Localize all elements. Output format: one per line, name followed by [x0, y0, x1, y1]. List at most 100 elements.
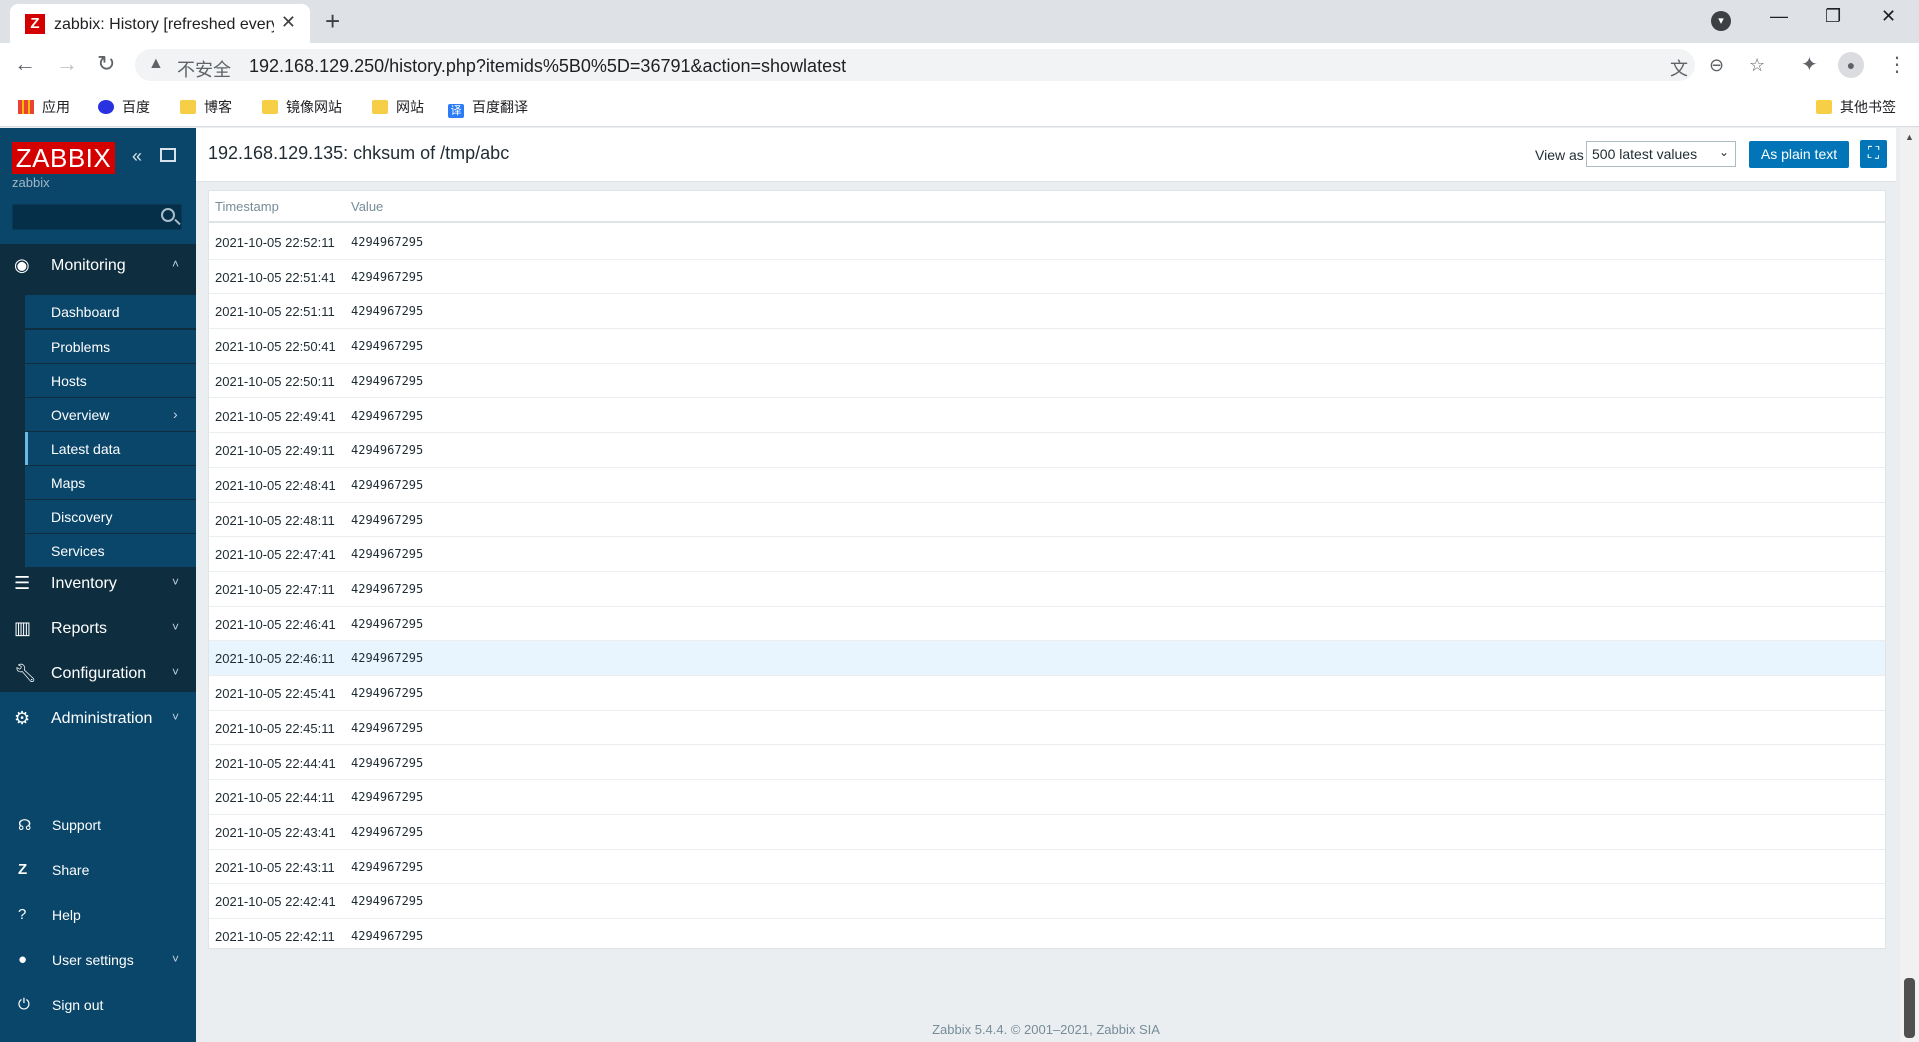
- sidebar-user-settings[interactable]: ● User settings ˅: [0, 942, 196, 978]
- timestamp-cell: 2021-10-05 22:48:41: [215, 477, 336, 493]
- timestamp-cell: 2021-10-05 22:47:41: [215, 547, 336, 563]
- scrollbar-thumb[interactable]: [1904, 978, 1915, 1038]
- table-row: 2021-10-05 22:50:11 4294967295: [209, 364, 1885, 399]
- footer: Zabbix 5.4.4. © 2001–2021, Zabbix SIA: [932, 1022, 1160, 1037]
- restore-icon[interactable]: ❐: [1825, 6, 1841, 27]
- table-row: 2021-10-05 22:42:41 4294967295: [209, 884, 1885, 919]
- power-icon: ⏻: [18, 996, 30, 1013]
- apps-grid-icon: [18, 100, 34, 114]
- menu-reports[interactable]: ▥ Reports ˅: [0, 607, 196, 651]
- bookmark-sites[interactable]: 网站: [372, 97, 424, 117]
- extensions-icon[interactable]: ✦: [1801, 52, 1818, 77]
- scroll-up-icon[interactable]: ▲: [1905, 132, 1914, 142]
- zabbix-logo[interactable]: ZABBIX: [12, 142, 115, 174]
- bookmark-apps[interactable]: 应用: [18, 97, 70, 117]
- bookmark-other[interactable]: 其他书签: [1816, 97, 1896, 117]
- timestamp-cell: 2021-10-05 22:47:11: [215, 582, 335, 597]
- sidebar-search-input[interactable]: [12, 204, 182, 230]
- menu-monitoring[interactable]: ◉ Monitoring ˄: [0, 244, 196, 288]
- back-icon[interactable]: ←: [14, 51, 36, 77]
- sidebar-item-maps[interactable]: Maps: [25, 466, 196, 499]
- timestamp-cell: 2021-10-05 22:49:41: [215, 408, 336, 424]
- bookmark-mirror-sites[interactable]: 镜像网站: [262, 97, 342, 117]
- timestamp-cell: 2021-10-05 22:43:11: [215, 859, 335, 875]
- minimize-icon[interactable]: —: [1770, 6, 1788, 27]
- bookmark-baidu[interactable]: 百度: [98, 97, 150, 117]
- page-scrollbar[interactable]: ▲: [1900, 128, 1919, 1042]
- sidebar-support[interactable]: ☊ Support: [0, 807, 196, 843]
- table-row: 2021-10-05 22:47:41 4294967295: [209, 537, 1885, 572]
- page-header: 192.168.129.135: chksum of /tmp/abc View…: [196, 128, 1896, 182]
- value-cell: 4294967295: [351, 373, 424, 388]
- sidebar-share[interactable]: Z Share: [0, 852, 196, 888]
- browser-tab-strip: Z zabbix: History [refreshed every ✕ + ▾…: [0, 0, 1919, 43]
- sidebar-item-latest-data[interactable]: Latest data: [25, 432, 196, 465]
- folder-icon: [262, 100, 278, 114]
- value-cell: 4294967295: [351, 582, 424, 596]
- list-icon: ☰: [14, 573, 31, 593]
- value-cell: 4294967295: [351, 859, 424, 874]
- column-header-timestamp[interactable]: Timestamp: [215, 199, 279, 214]
- zoom-icon[interactable]: ⊖: [1709, 55, 1724, 76]
- bookmark-baidu-translate[interactable]: 译百度翻译: [448, 97, 528, 118]
- profile-avatar-icon[interactable]: ●: [1838, 52, 1864, 78]
- sidebar-item-problems[interactable]: Problems: [25, 330, 196, 363]
- search-icon[interactable]: [161, 208, 175, 222]
- table-row: 2021-10-05 22:47:11 4294967295: [209, 572, 1885, 607]
- value-cell: 4294967295: [351, 651, 424, 666]
- kiosk-mode-icon[interactable]: [160, 148, 176, 162]
- sidebar-item-hosts[interactable]: Hosts: [25, 364, 196, 397]
- bookmark-star-icon[interactable]: ☆: [1749, 55, 1765, 76]
- table-row: 2021-10-05 22:45:11 4294967295: [209, 711, 1885, 746]
- timestamp-cell: 2021-10-05 22:50:41: [215, 339, 336, 355]
- menu-inventory[interactable]: ☰ Inventory ˅: [0, 562, 196, 606]
- value-cell: 4294967295: [351, 616, 424, 631]
- new-tab-icon[interactable]: +: [325, 6, 340, 37]
- table-row: 2021-10-05 22:51:11 4294967295: [209, 294, 1885, 330]
- sidebar-item-discovery[interactable]: Discovery: [25, 500, 196, 533]
- table-row: 2021-10-05 22:52:11 4294967295: [209, 225, 1885, 260]
- timestamp-cell: 2021-10-05 22:42:11: [215, 929, 335, 944]
- chevron-down-icon: ˅: [172, 575, 180, 589]
- warning-icon[interactable]: ▲: [148, 55, 164, 73]
- address-bar[interactable]: ▲ 不安全 192.168.129.250/history.php?itemid…: [135, 49, 1765, 82]
- sidebar-item-overview[interactable]: Overview ›: [25, 398, 196, 431]
- insecure-label[interactable]: 不安全: [177, 56, 231, 82]
- browser-tab[interactable]: Z zabbix: History [refreshed every ✕: [10, 4, 310, 43]
- chevron-right-icon: ›: [173, 406, 178, 422]
- bookmark-blog[interactable]: 博客: [180, 97, 232, 117]
- view-as-select[interactable]: 500 latest values ⌄: [1586, 141, 1736, 167]
- value-cell: 4294967295: [351, 929, 424, 943]
- timestamp-cell: 2021-10-05 22:45:11: [215, 720, 335, 736]
- chevron-down-icon: ˅: [172, 710, 180, 724]
- collapse-sidebar-icon[interactable]: «: [132, 146, 142, 167]
- menu-administration[interactable]: ⚙ Administration ˅: [0, 697, 196, 741]
- bookmarks-bar: 应用 百度 博客 镜像网站 网站 译百度翻译 其他书签: [0, 87, 1919, 127]
- chrome-profile-menu-icon[interactable]: ▾: [1711, 11, 1731, 31]
- chevron-down-icon: ˅: [172, 620, 180, 634]
- value-cell: 4294967295: [351, 235, 424, 249]
- chevron-up-icon: ˄: [172, 257, 180, 271]
- value-cell: 4294967295: [351, 408, 424, 423]
- sidebar-sign-out[interactable]: ⏻ Sign out: [0, 987, 196, 1023]
- translate-icon[interactable]: 文: [1670, 55, 1688, 81]
- reload-icon[interactable]: ↻: [97, 51, 115, 77]
- forward-icon[interactable]: →: [56, 51, 78, 77]
- table-row: 2021-10-05 22:42:11 4294967295: [209, 919, 1885, 954]
- value-cell: 4294967295: [351, 269, 424, 284]
- chrome-menu-icon[interactable]: ⋮: [1887, 52, 1907, 77]
- timestamp-cell: 2021-10-05 22:51:41: [215, 269, 336, 285]
- as-plain-text-button[interactable]: As plain text: [1749, 141, 1849, 168]
- url-text[interactable]: 192.168.129.250/history.php?itemids%5B0%…: [249, 56, 846, 77]
- sidebar-help[interactable]: ? Help: [0, 897, 196, 933]
- close-tab-icon[interactable]: ✕: [281, 12, 296, 33]
- table-row: 2021-10-05 22:45:41 4294967295: [209, 676, 1885, 711]
- menu-configuration[interactable]: 🔧︎ Configuration ˅: [0, 652, 196, 696]
- close-window-icon[interactable]: ✕: [1881, 6, 1896, 27]
- table-row: 2021-10-05 22:49:41 4294967295: [209, 399, 1885, 434]
- table-row: 2021-10-05 22:48:11 4294967295: [209, 503, 1885, 538]
- fullscreen-icon[interactable]: ⛶: [1860, 140, 1887, 168]
- timestamp-cell: 2021-10-05 22:44:11: [215, 790, 335, 806]
- sidebar-item-dashboard[interactable]: Dashboard: [25, 295, 196, 328]
- column-header-value: Value: [351, 199, 384, 214]
